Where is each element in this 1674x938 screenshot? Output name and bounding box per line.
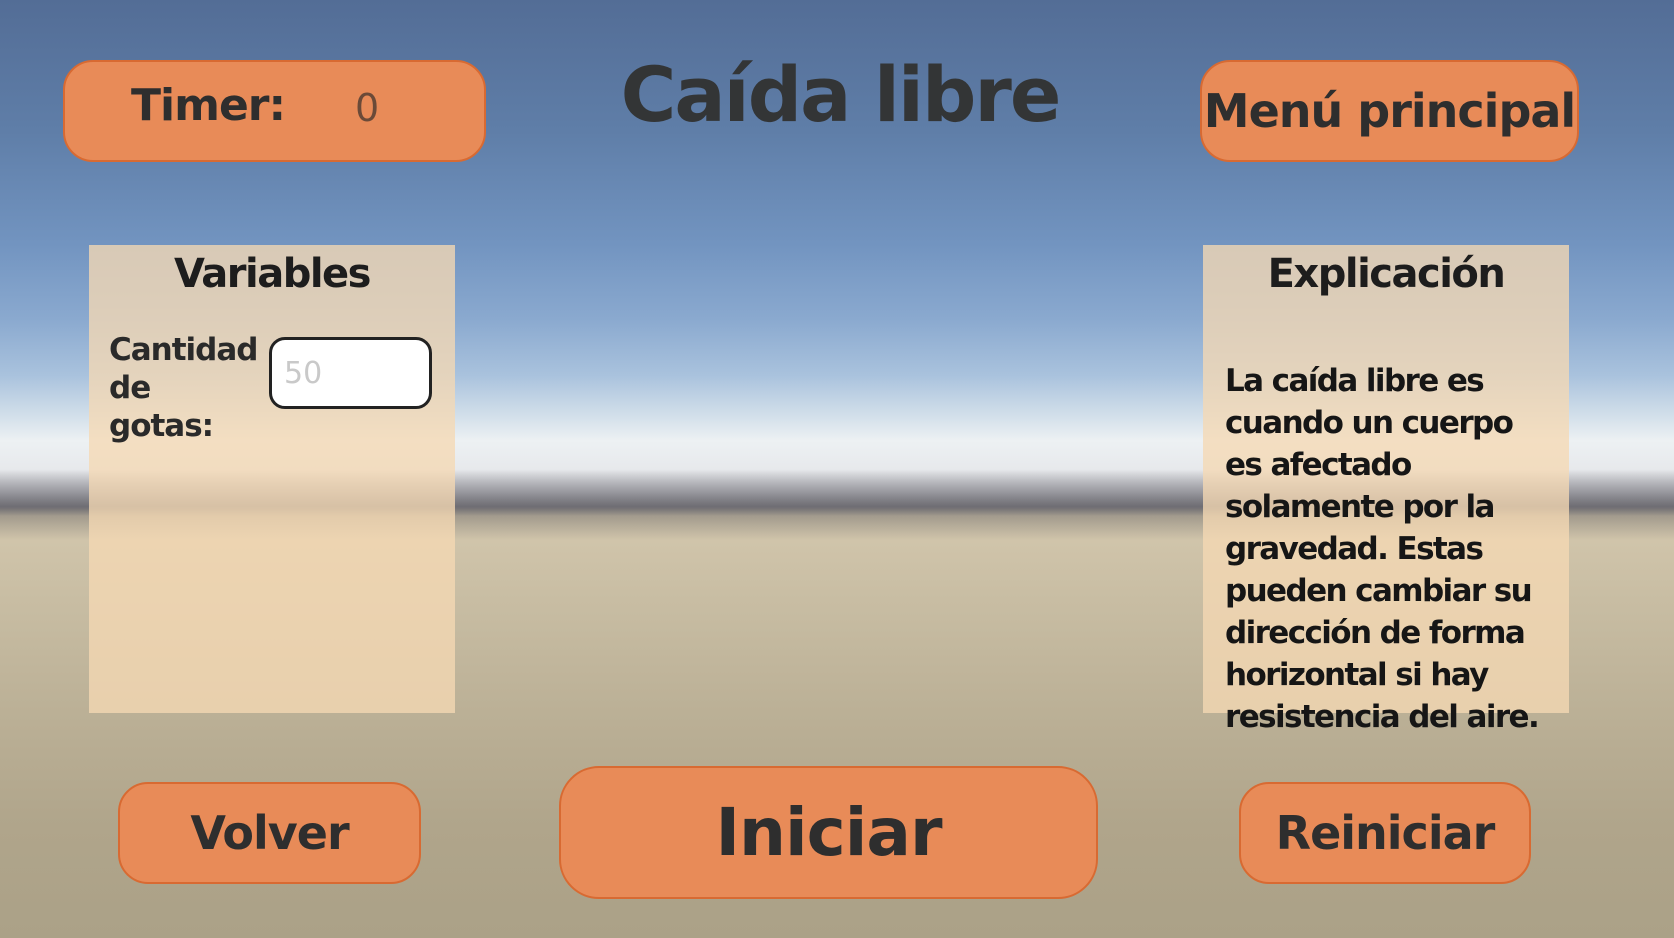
timer-label: Timer: — [131, 80, 286, 131]
variables-panel: Variables Cantidad de gotas: — [89, 245, 455, 713]
drops-count-input[interactable] — [269, 337, 432, 409]
timer-value: 0 — [355, 86, 379, 130]
drops-count-label: Cantidad de gotas: — [109, 332, 258, 444]
timer-display: Timer: 0 — [63, 60, 486, 162]
page-title: Caída libre — [620, 50, 1062, 139]
variables-panel-title: Variables — [174, 251, 371, 297]
main-menu-button[interactable]: Menú principal — [1200, 60, 1579, 162]
back-button[interactable]: Volver — [118, 782, 421, 884]
explanation-text: La caída libre es cuando un cuerpo es af… — [1225, 363, 1540, 735]
restart-button[interactable]: Reiniciar — [1239, 782, 1531, 884]
explanation-panel: Explicación La caída libre es cuando un … — [1203, 245, 1569, 735]
explanation-panel-title: Explicación — [1267, 251, 1506, 297]
start-button[interactable]: Iniciar — [559, 766, 1098, 899]
